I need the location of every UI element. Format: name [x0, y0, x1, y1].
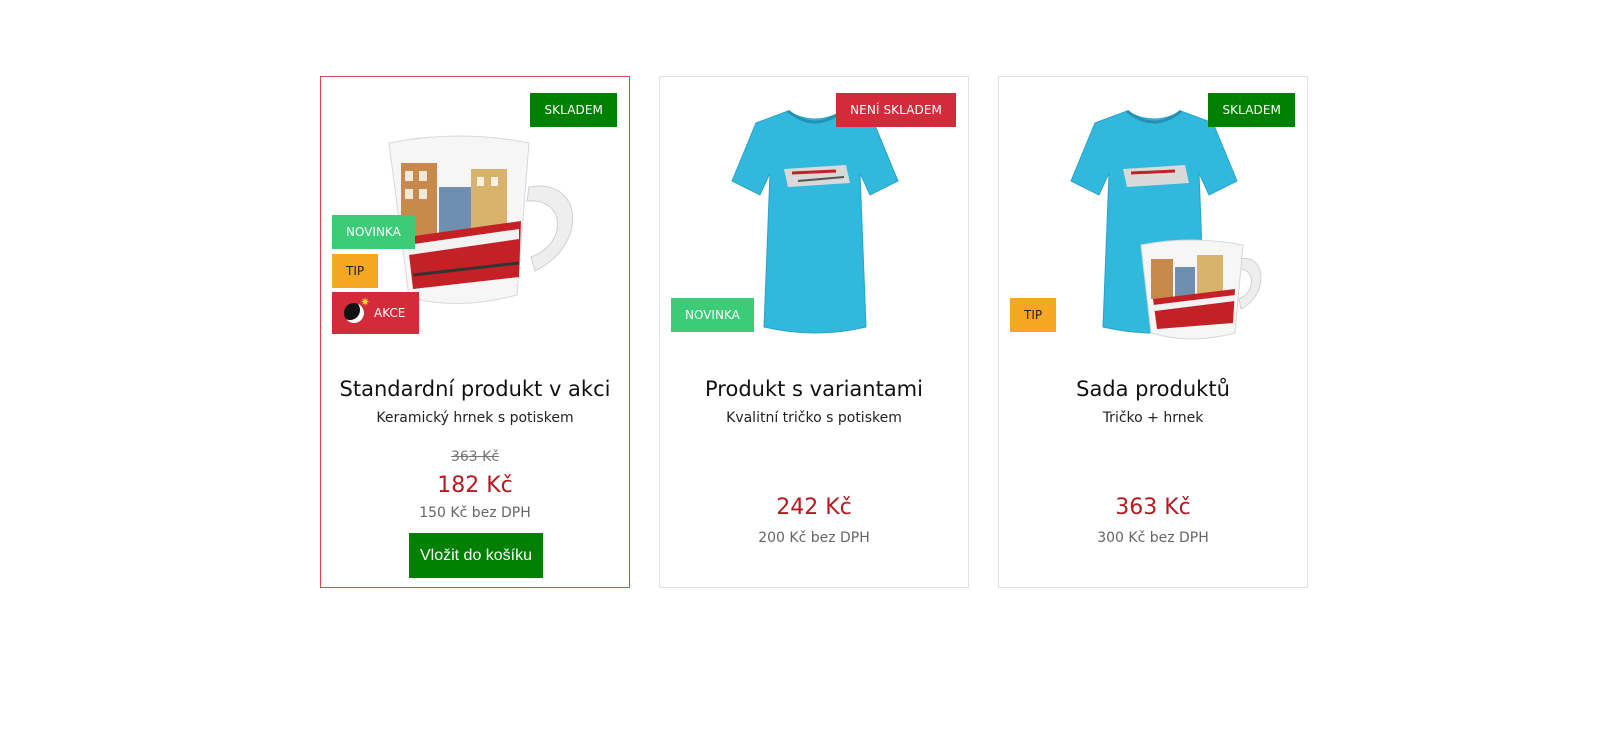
product-card[interactable]: SKLADEM TIP Sada produktů Tričko + hrnek…: [998, 76, 1308, 588]
price: 242 Kč: [776, 495, 852, 520]
flag-tip: TIP: [1010, 298, 1057, 332]
price: 182 Kč: [437, 473, 513, 498]
net-price: 200 Kč bez DPH: [758, 530, 870, 546]
stock-badge: SKLADEM: [530, 93, 617, 127]
price: 363 Kč: [1115, 495, 1191, 520]
net-price: 300 Kč bez DPH: [1097, 530, 1209, 546]
product-subtitle: Tričko + hrnek: [1102, 410, 1204, 426]
stock-badge: NENÍ SKLADEM: [836, 93, 956, 127]
stock-badge: SKLADEM: [1208, 93, 1295, 127]
flag-new: NOVINKA: [332, 215, 415, 249]
flag-tip: TIP: [332, 254, 379, 288]
flag-sale-label: AKCE: [374, 306, 406, 320]
product-grid: SKLADEM NOVINKA TIP ✷ AKCE Standardní pr…: [320, 76, 1310, 591]
product-card[interactable]: NENÍ SKLADEM NOVINKA Produkt s variantam…: [659, 76, 969, 588]
add-to-cart-button[interactable]: Vložit do košíku: [409, 533, 543, 578]
flag-sale: ✷ AKCE: [332, 292, 420, 334]
net-price-label: 150 Kč bez DPH: [419, 505, 531, 521]
product-title[interactable]: Produkt s variantami: [660, 377, 968, 401]
product-card[interactable]: SKLADEM NOVINKA TIP ✷ AKCE Standardní pr…: [320, 76, 630, 588]
flag-new: NOVINKA: [671, 298, 754, 332]
product-title[interactable]: Sada produktů: [999, 377, 1307, 401]
product-title[interactable]: Standardní produkt v akci: [321, 377, 629, 401]
product-subtitle: Kvalitní tričko s potiskem: [726, 410, 902, 426]
product-subtitle: Keramický hrnek s potiskem: [376, 410, 574, 426]
spark-icon: ✷: [360, 295, 371, 309]
old-price: 363 Kč: [450, 449, 500, 465]
